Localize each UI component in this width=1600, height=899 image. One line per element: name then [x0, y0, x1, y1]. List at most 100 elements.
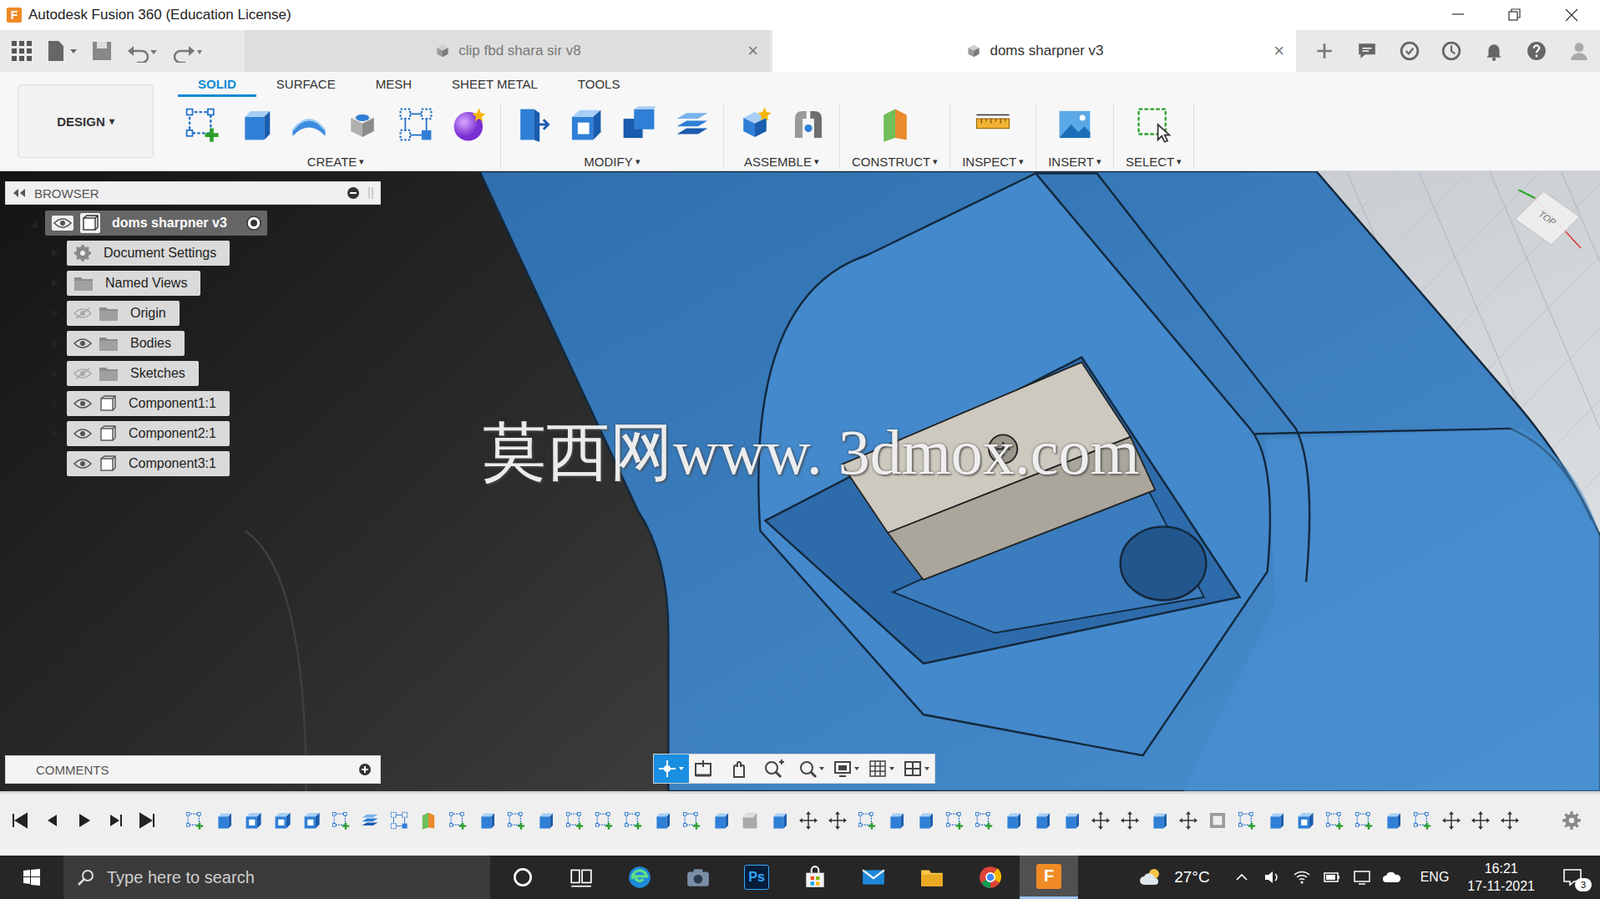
onedrive-icon[interactable]: [1382, 867, 1403, 887]
extrude-feature-icon[interactable]: [1060, 808, 1083, 832]
add-comment-icon[interactable]: [358, 762, 372, 776]
fillet-feature-icon[interactable]: [300, 808, 323, 832]
windows-start-icon[interactable]: [0, 855, 64, 899]
plane-icon[interactable]: [875, 105, 915, 144]
hidden-eye-icon[interactable]: [73, 307, 92, 319]
sketch-feature-icon[interactable]: [183, 808, 206, 832]
orbit-icon[interactable]: [653, 754, 689, 783]
extension-icon[interactable]: [1399, 40, 1420, 61]
fillet-feature-icon[interactable]: [1294, 808, 1317, 832]
lookat-icon[interactable]: [688, 754, 725, 783]
battery-icon[interactable]: [1321, 867, 1342, 887]
comment-icon[interactable]: [1356, 40, 1378, 61]
jump-end-icon[interactable]: [135, 808, 159, 832]
new-tab-icon[interactable]: [1314, 40, 1335, 61]
sketch-feature-icon[interactable]: [446, 808, 469, 832]
group-menu[interactable]: ASSEMBLE▾: [744, 154, 820, 169]
browser-item[interactable]: Bodies: [5, 328, 381, 359]
sketch-feature-icon[interactable]: [1411, 808, 1433, 832]
collapsed-arrow-icon[interactable]: [48, 248, 62, 259]
fillet-icon[interactable]: [566, 105, 605, 144]
pan-icon[interactable]: [724, 754, 760, 783]
eye-icon[interactable]: [73, 337, 92, 350]
save-icon[interactable]: [90, 39, 114, 63]
input-language[interactable]: ENG: [1420, 869, 1450, 885]
zoom-icon[interactable]: [759, 754, 795, 783]
collapse-icon[interactable]: [12, 187, 26, 198]
collapsed-arrow-icon[interactable]: [48, 338, 62, 349]
sketch-feature-icon[interactable]: [1235, 808, 1258, 832]
measure-icon[interactable]: [973, 105, 1013, 144]
eye-icon[interactable]: [73, 397, 92, 410]
collapsed-arrow-icon[interactable]: [48, 278, 62, 289]
sketch-feature-icon[interactable]: [592, 808, 615, 832]
sketch-feature-icon[interactable]: [1352, 808, 1375, 832]
collapsed-arrow-icon[interactable]: [48, 398, 62, 409]
group-menu[interactable]: INSERT▾: [1048, 154, 1102, 169]
minimize-panel-icon[interactable]: [346, 186, 360, 200]
browser-item[interactable]: Named Views: [5, 268, 381, 299]
activate-radio-icon[interactable]: [245, 214, 263, 232]
sketch-feature-icon[interactable]: [972, 808, 995, 832]
hole-icon[interactable]: [343, 105, 382, 144]
browser-item[interactable]: Document Settings: [5, 237, 381, 269]
extrude-icon[interactable]: [236, 105, 275, 144]
browser-item[interactable]: Sketches: [5, 358, 381, 389]
move-feature-icon[interactable]: [797, 808, 820, 832]
pattern-feature-icon[interactable]: [388, 808, 411, 832]
resize-handle-icon[interactable]: [368, 186, 374, 200]
sketch-icon[interactable]: [182, 105, 222, 144]
redo-icon[interactable]: [170, 39, 204, 63]
expanded-arrow-icon[interactable]: [26, 217, 41, 228]
browser-item[interactable]: Origin: [5, 298, 381, 329]
workspace-switcher[interactable]: DESIGN▾: [17, 84, 154, 158]
eye-icon[interactable]: [73, 427, 92, 440]
ribbon-tab[interactable]: SURFACE: [256, 72, 356, 97]
extrude-feature-icon[interactable]: [651, 808, 674, 832]
move-feature-icon[interactable]: [826, 808, 849, 832]
viewport[interactable]: TOPBROWSERdoms sharpner v3Document Setti…: [0, 171, 1600, 791]
move-feature-icon[interactable]: [1177, 808, 1200, 832]
extrude-feature-icon[interactable]: [534, 808, 557, 832]
eye-icon[interactable]: [51, 215, 74, 231]
layers-feature-icon[interactable]: [359, 808, 381, 832]
extrude-feature-icon[interactable]: [1382, 808, 1404, 832]
group-menu[interactable]: INSPECT▾: [962, 154, 1024, 169]
fit-icon[interactable]: [794, 754, 830, 783]
chamfer-feature-icon[interactable]: [739, 808, 761, 832]
clock[interactable]: 16:2117-11-2021: [1467, 859, 1535, 895]
hidden-eye-icon[interactable]: [73, 367, 92, 380]
move-feature-icon[interactable]: [1118, 808, 1141, 832]
browser-item[interactable]: Component2:1: [5, 418, 381, 449]
extrude-feature-icon[interactable]: [768, 808, 790, 832]
revolve-icon[interactable]: [289, 105, 329, 144]
browser-item[interactable]: Component3:1: [5, 448, 381, 479]
show-hidden-icon[interactable]: [1231, 867, 1252, 887]
camera-app[interactable]: [668, 855, 728, 899]
tab-close[interactable]: ×: [747, 40, 759, 62]
taskbar-search[interactable]: Type here to search: [63, 855, 491, 899]
mail-app[interactable]: [844, 855, 903, 899]
sketch-feature-icon[interactable]: [943, 808, 966, 832]
move-feature-icon[interactable]: [1469, 808, 1492, 832]
form-icon[interactable]: [450, 105, 489, 144]
weather-icon[interactable]: [1139, 865, 1165, 888]
fillet-feature-icon[interactable]: [271, 808, 294, 832]
edge-app[interactable]: [610, 855, 669, 899]
taskview-app[interactable]: [551, 855, 611, 899]
extrude-feature-icon[interactable]: [475, 808, 498, 832]
device-icon[interactable]: [1351, 867, 1373, 887]
step-forward-icon[interactable]: [103, 808, 127, 832]
job-status-icon[interactable]: [1441, 40, 1462, 61]
combine-icon[interactable]: [619, 105, 659, 144]
action-center[interactable]: 3: [1558, 862, 1587, 892]
group-menu[interactable]: SELECT▾: [1125, 154, 1182, 169]
move-feature-icon[interactable]: [1440, 808, 1463, 832]
pattern-icon[interactable]: [396, 105, 436, 144]
explorer-app[interactable]: [902, 855, 962, 899]
move-feature-icon[interactable]: [1498, 808, 1521, 832]
weather-temp[interactable]: 27°C: [1174, 867, 1210, 887]
extrude-feature-icon[interactable]: [1002, 808, 1024, 832]
apps-grid-icon[interactable]: [10, 39, 34, 63]
sketch-feature-icon[interactable]: [329, 808, 352, 832]
